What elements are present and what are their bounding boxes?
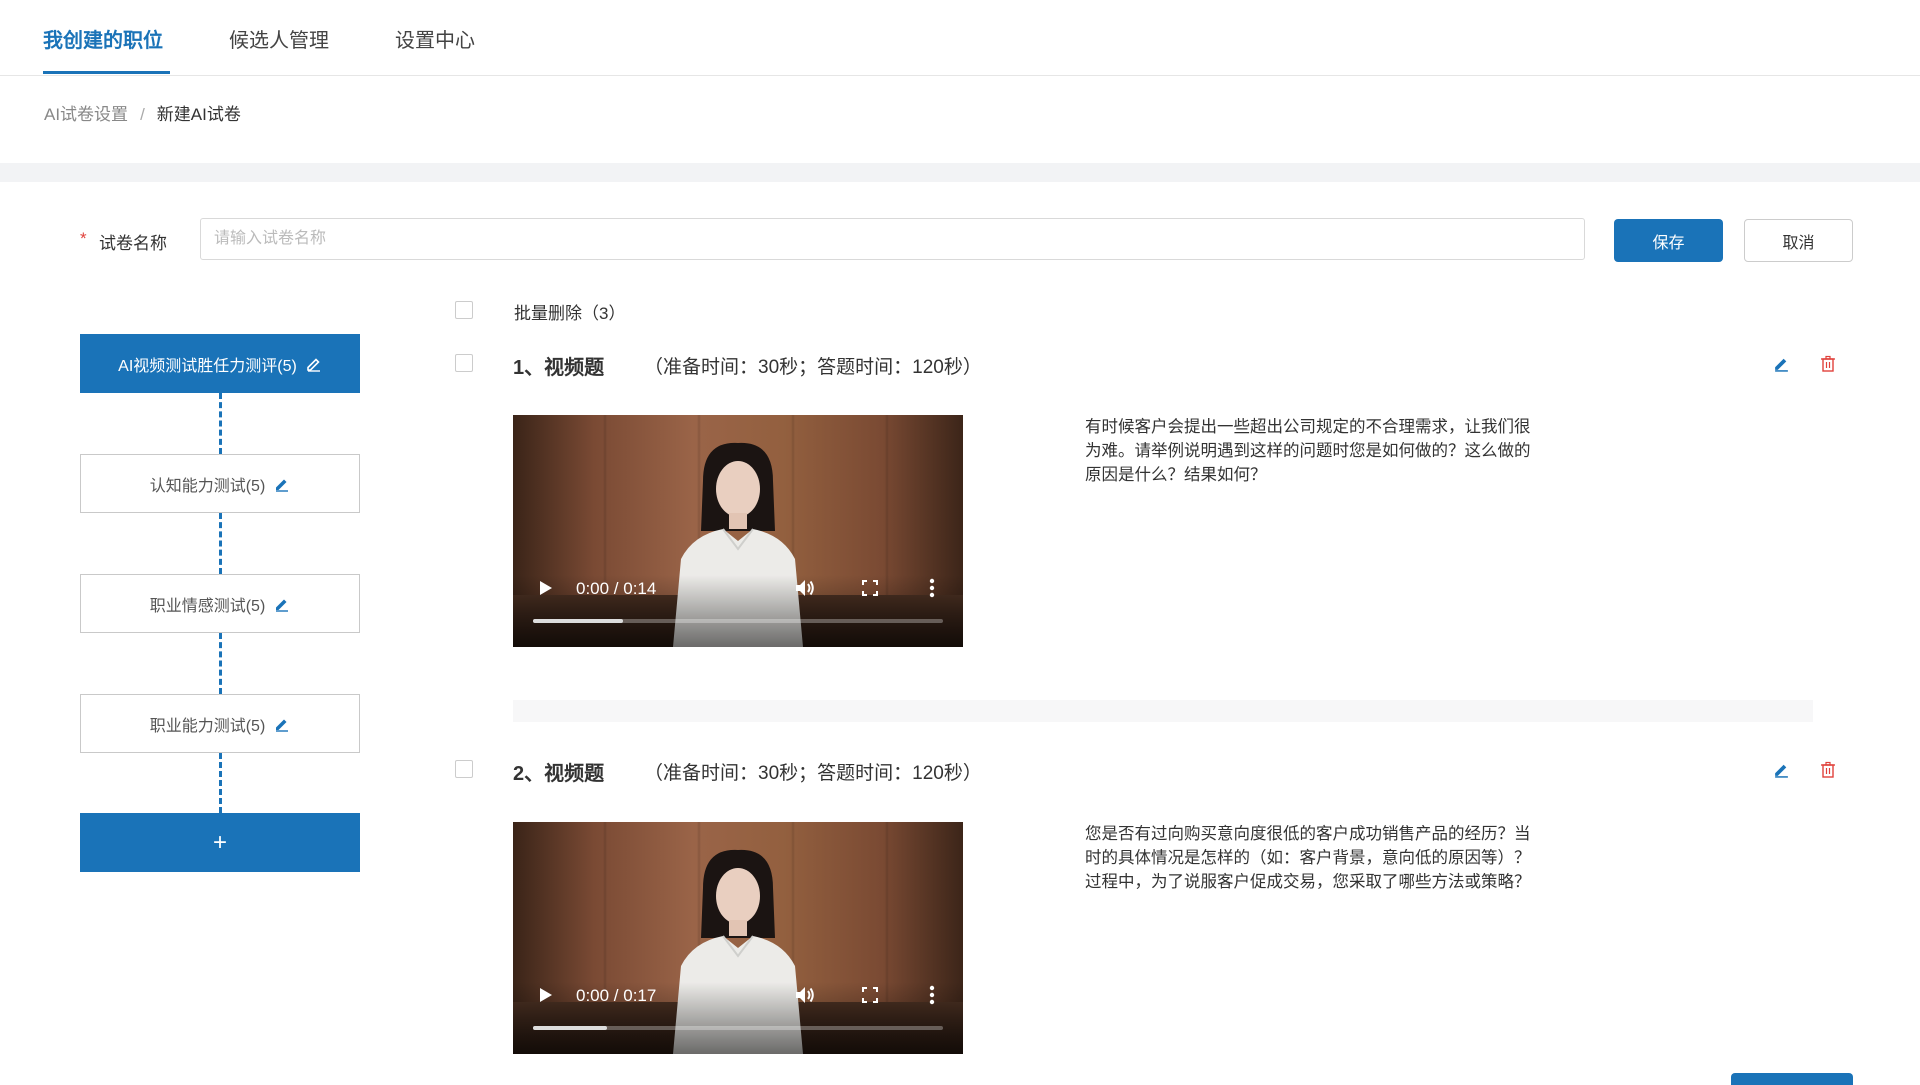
question-number: 1、视频题 bbox=[513, 357, 605, 379]
play-icon[interactable] bbox=[539, 580, 553, 601]
delete-question-icon[interactable] bbox=[1820, 761, 1836, 783]
video-progress-track[interactable] bbox=[533, 1026, 943, 1030]
dimension-connector bbox=[219, 513, 222, 574]
volume-icon[interactable] bbox=[794, 985, 816, 1010]
question-timing: （准备时间：30秒；答题时间：120秒） bbox=[644, 763, 982, 784]
more-options-icon[interactable] bbox=[929, 578, 935, 603]
question-video-player[interactable]: 0:00 / 0:17 bbox=[513, 822, 963, 1054]
video-progress-track[interactable] bbox=[533, 619, 943, 623]
required-mark: * bbox=[80, 229, 87, 248]
dimension-label: 职业能力测试(5) bbox=[149, 717, 266, 735]
more-options-icon[interactable] bbox=[929, 985, 935, 1010]
question-video-player[interactable]: 0:00 / 0:14 bbox=[513, 415, 963, 647]
video-time: 0:00 / 0:14 bbox=[576, 579, 657, 598]
dimension-item-professional[interactable]: 职业能力测试(5) bbox=[80, 694, 360, 753]
fullscreen-icon[interactable] bbox=[862, 580, 878, 601]
edit-icon[interactable] bbox=[274, 476, 290, 492]
top-nav: 我创建的职位 候选人管理 设置中心 bbox=[0, 0, 1920, 76]
breadcrumb-parent-link[interactable]: AI试卷设置 bbox=[44, 105, 128, 124]
question-text: 您是否有过向购买意向度很低的客户成功销售产品的经历？当时的具体情况是怎样的（如：… bbox=[1085, 825, 1531, 891]
paper-name-input[interactable] bbox=[200, 218, 1585, 260]
play-icon[interactable] bbox=[539, 987, 553, 1008]
question-number: 2、视频题 bbox=[513, 763, 605, 785]
breadcrumb-current: 新建AI试卷 bbox=[156, 105, 241, 124]
question-divider bbox=[513, 700, 1813, 722]
edit-icon[interactable] bbox=[274, 716, 290, 732]
section-divider bbox=[0, 163, 1920, 182]
question-text: 有时候客户会提出一些超出公司规定的不合理需求，让我们很为难。请举例说明遇到这样的… bbox=[1085, 418, 1531, 484]
dimension-label: 职业情感测试(5) bbox=[149, 597, 266, 615]
select-all-checkbox[interactable] bbox=[455, 301, 473, 319]
tab-candidate-management[interactable]: 候选人管理 bbox=[229, 24, 329, 53]
tab-my-positions[interactable]: 我创建的职位 bbox=[43, 24, 163, 53]
dimension-connector bbox=[219, 753, 222, 813]
volume-icon[interactable] bbox=[794, 578, 816, 603]
fullscreen-icon[interactable] bbox=[862, 987, 878, 1008]
breadcrumb-separator: / bbox=[140, 105, 145, 124]
video-progress-fill bbox=[533, 619, 624, 623]
add-dimension-button[interactable]: + bbox=[80, 813, 360, 872]
dimension-item-emotional[interactable]: 职业情感测试(5) bbox=[80, 574, 360, 633]
edit-question-icon[interactable] bbox=[1773, 761, 1790, 783]
edit-question-icon[interactable] bbox=[1773, 355, 1790, 377]
dimension-item-ai-video[interactable]: AI视频测试胜任力测评(5) bbox=[80, 334, 360, 393]
edit-icon[interactable] bbox=[306, 356, 322, 372]
video-time: 0:00 / 0:17 bbox=[576, 986, 657, 1005]
question-checkbox[interactable] bbox=[455, 760, 473, 778]
dimension-connector bbox=[219, 393, 222, 454]
question-timing: （准备时间：30秒；答题时间：120秒） bbox=[644, 357, 982, 378]
breadcrumb: AI试卷设置 / 新建AI试卷 bbox=[44, 100, 241, 125]
active-tab-indicator bbox=[43, 71, 170, 74]
dimension-connector bbox=[219, 633, 222, 694]
delete-question-icon[interactable] bbox=[1820, 355, 1836, 377]
save-button[interactable]: 保存 bbox=[1614, 219, 1723, 262]
edit-icon[interactable] bbox=[274, 596, 290, 612]
batch-delete-button[interactable]: 批量删除（3） bbox=[514, 299, 625, 324]
add-question-button[interactable] bbox=[1731, 1073, 1853, 1085]
cancel-button[interactable]: 取消 bbox=[1744, 219, 1853, 262]
dimension-label: AI视频测试胜任力测评(5) bbox=[118, 357, 297, 375]
tab-settings-center[interactable]: 设置中心 bbox=[395, 24, 475, 53]
dimension-label: 认知能力测试(5) bbox=[149, 477, 266, 495]
dimension-item-cognitive[interactable]: 认知能力测试(5) bbox=[80, 454, 360, 513]
question-checkbox[interactable] bbox=[455, 354, 473, 372]
video-progress-fill bbox=[533, 1026, 607, 1030]
paper-name-label: 试卷名称 bbox=[99, 234, 167, 253]
